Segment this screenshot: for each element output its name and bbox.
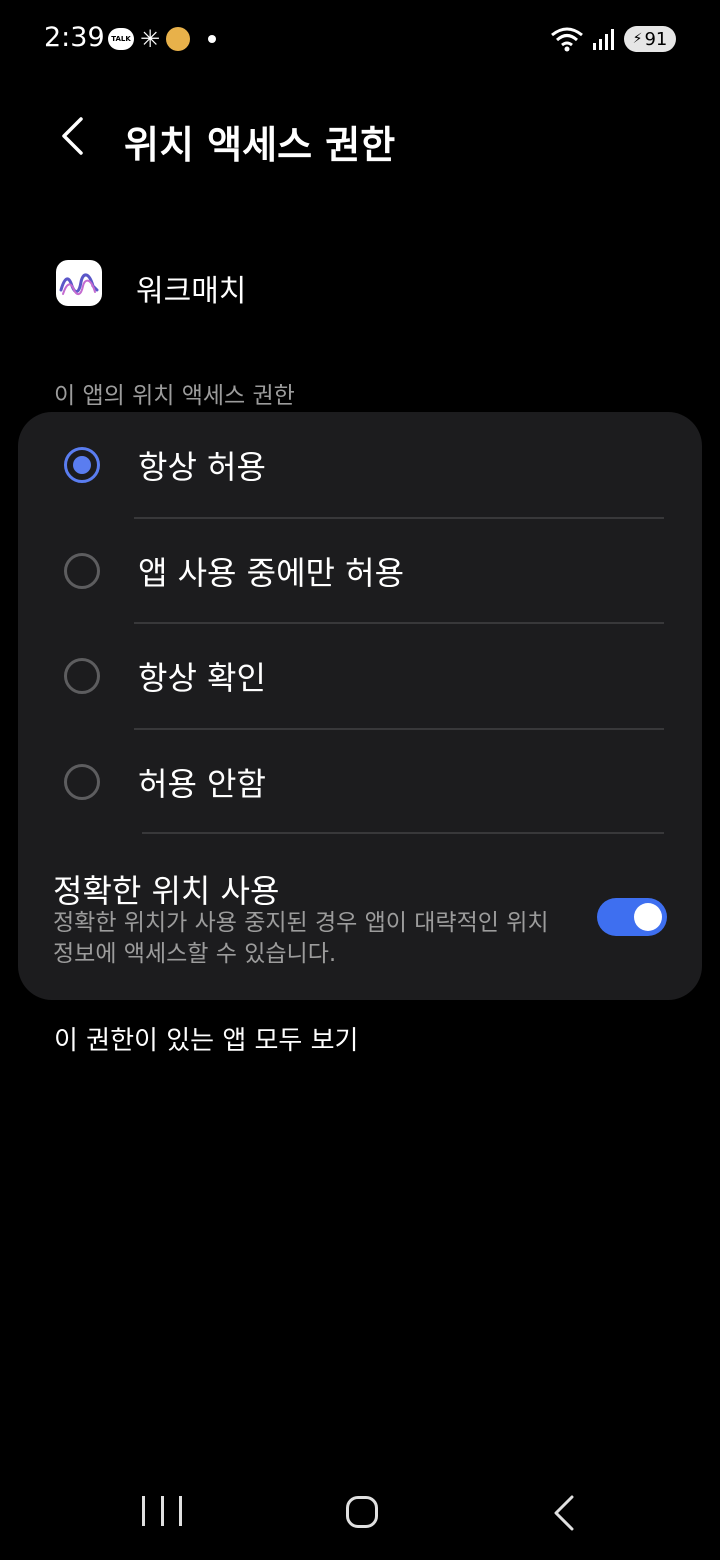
kakaotalk-icon: TALK [108, 28, 134, 50]
nav-back-button[interactable] [548, 1494, 582, 1532]
radio-button[interactable] [64, 763, 100, 800]
option-label: 앱 사용 중에만 허용 [138, 553, 405, 592]
notification-icons: TALK ✳ [108, 25, 217, 53]
signal-icon [593, 29, 614, 50]
chevron-left-icon [62, 117, 83, 155]
option-label: 항상 허용 [138, 447, 266, 486]
option-ask-every-time[interactable]: 항상 확인 [18, 623, 702, 728]
status-time: 2:39 [44, 22, 105, 53]
radio-button[interactable] [64, 552, 100, 589]
see-all-apps-link[interactable]: 이 권한이 있는 앱 모두 보기 [54, 1020, 358, 1057]
option-allow-while-using[interactable]: 앱 사용 중에만 허용 [18, 518, 702, 623]
back-button[interactable] [44, 108, 100, 164]
more-notifications-dot-icon [208, 35, 217, 43]
sparkle-icon: ✳ [140, 25, 161, 53]
battery-level: 91 [644, 28, 668, 50]
radio-button[interactable] [64, 657, 100, 694]
wifi-icon [551, 27, 583, 52]
battery-icon: ⚡ 91 [624, 26, 676, 52]
app-name: 워크매치 [136, 274, 247, 309]
section-label: 이 앱의 위치 액세스 권한 [54, 383, 295, 409]
option-label: 허용 안함 [138, 764, 266, 803]
option-always-allow[interactable]: 항상 허용 [18, 412, 702, 517]
app-notification-icon [166, 27, 191, 51]
divider [142, 832, 664, 834]
system-icons: ⚡ 91 [550, 26, 676, 52]
page-title: 위치 액세스 권한 [124, 123, 396, 167]
charging-bolt-icon: ⚡ [632, 31, 643, 47]
precise-location-title: 정확한 위치 사용 [53, 872, 280, 910]
permission-card: 항상 허용 앱 사용 중에만 허용 항상 확인 허용 안함 정확한 위치 사용 … [18, 412, 702, 1000]
app-icon [56, 260, 102, 306]
screen: 2:39 TALK ✳ ⚡ 91 위치 액세스 권한 워크매치 이 앱의 위치 … [0, 0, 720, 1560]
status-bar: 2:39 TALK ✳ ⚡ 91 [0, 0, 720, 80]
navigation-bar [0, 1470, 720, 1560]
recent-apps-button[interactable] [142, 1496, 182, 1530]
radio-button-selected[interactable] [64, 446, 100, 483]
precise-location-toggle[interactable] [597, 898, 667, 936]
option-label: 항상 확인 [138, 658, 266, 697]
home-button[interactable] [346, 1496, 378, 1528]
option-deny[interactable]: 허용 안함 [18, 729, 702, 834]
precise-location-description: 정확한 위치가 사용 중지된 경우 앱이 대략적인 위치 정보에 액세스할 수 … [53, 910, 549, 967]
toggle-knob [634, 903, 662, 931]
workmatch-logo-icon [59, 273, 99, 296]
